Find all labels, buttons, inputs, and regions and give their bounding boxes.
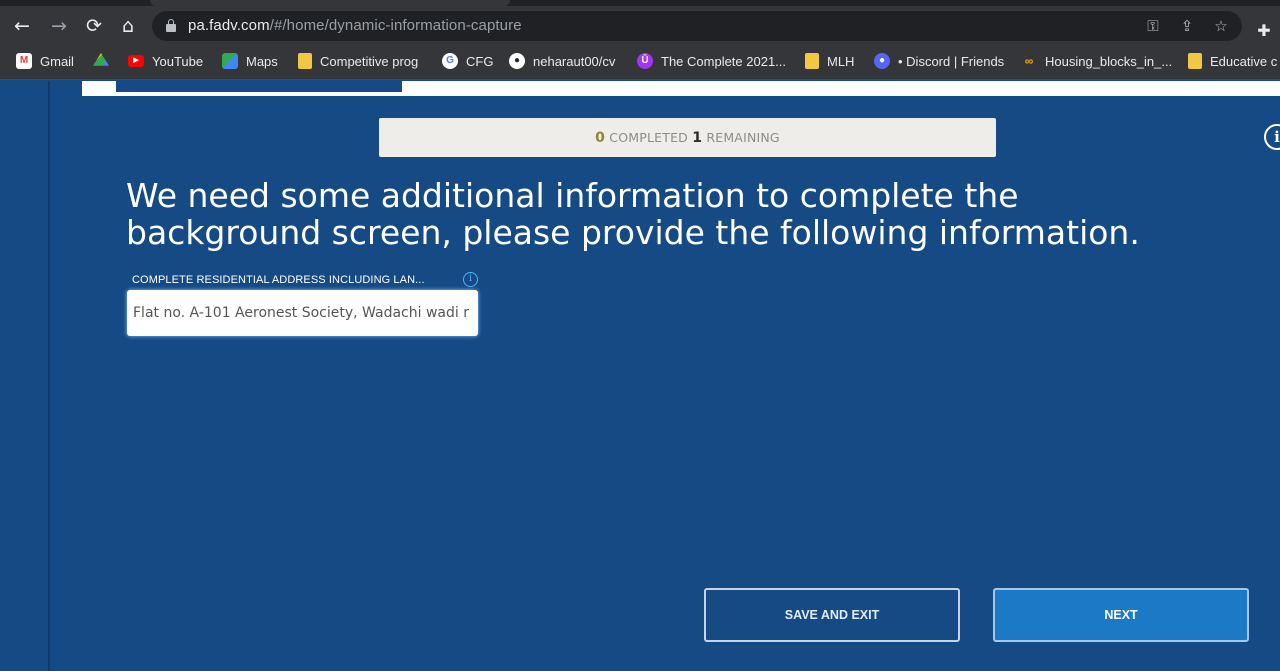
browser-toolbar: ← → ⟳ ⌂ pa.fadv.com/#/home/dynamic-infor… xyxy=(0,6,1280,46)
address-input[interactable] xyxy=(127,290,478,336)
completed-count: 0 xyxy=(595,130,606,146)
bookmark-label: CFG xyxy=(466,53,494,69)
bookmark-label: The Complete 2021... xyxy=(661,53,787,69)
star-icon[interactable]: ☆ xyxy=(1210,15,1232,37)
key-icon[interactable]: ⚿ xyxy=(1142,15,1164,37)
forward-arrow-icon[interactable]: → xyxy=(47,14,71,38)
bookmark-github[interactable]: ● neharaut00/cv xyxy=(509,46,615,76)
bookmark-label: Educative c xyxy=(1210,53,1278,69)
youtube-icon: ▶ xyxy=(128,55,144,67)
back-arrow-icon[interactable]: ← xyxy=(10,14,34,38)
bookmark-label: neharaut00/cv xyxy=(533,53,616,69)
bookmarks-bar: M Gmail ▶ YouTube Maps Competitive prog GC… xyxy=(0,46,1280,80)
url-path: /#/home/dynamic-information-capture xyxy=(269,17,522,34)
address-bar[interactable]: pa.fadv.com/#/home/dynamic-information-c… xyxy=(152,11,1242,41)
drive-icon xyxy=(93,53,109,66)
page-headline: We need some additional information to c… xyxy=(126,176,1140,252)
bookmark-mlh[interactable]: MLH xyxy=(805,46,854,76)
info-icon[interactable]: i xyxy=(1264,124,1280,150)
github-icon: ● xyxy=(509,53,525,69)
bookmark-discord[interactable]: ● • Discord | Friends xyxy=(874,46,1004,76)
discord-icon: ● xyxy=(874,53,890,69)
remaining-count: 1 xyxy=(692,130,703,146)
progress-bar: 0 COMPLETED 1 REMAINING xyxy=(379,118,996,157)
bookmark-educative[interactable]: Educative c xyxy=(1188,46,1277,76)
completed-label: COMPLETED xyxy=(609,130,689,145)
field-info-icon[interactable]: i xyxy=(463,272,478,287)
extensions-puzzle-icon[interactable]: ✚ xyxy=(1253,20,1275,42)
google-icon: G xyxy=(442,53,458,69)
share-icon[interactable]: ⇪ xyxy=(1176,15,1198,37)
bookmark-label: Housing_blocks_in_... xyxy=(1045,53,1173,69)
colab-icon: ∞ xyxy=(1024,54,1034,68)
bookmark-label: MLH xyxy=(827,53,855,69)
folder-icon xyxy=(298,53,312,69)
bookmark-gmail[interactable]: M Gmail xyxy=(16,46,74,76)
next-button[interactable]: NEXT xyxy=(993,588,1249,642)
bookmark-label: Competitive prog xyxy=(320,53,419,69)
remaining-label: REMAINING xyxy=(706,130,780,145)
bookmark-maps[interactable]: Maps xyxy=(222,46,278,76)
bookmark-competitive-prog[interactable]: Competitive prog xyxy=(298,46,418,76)
url-text[interactable]: pa.fadv.com/#/home/dynamic-information-c… xyxy=(188,17,522,34)
gmail-icon: M xyxy=(16,53,32,69)
bookmark-label: YouTube xyxy=(152,53,204,69)
header-card xyxy=(82,81,1280,96)
url-host: pa.fadv.com xyxy=(188,17,270,34)
bookmark-udemy[interactable]: Ū The Complete 2021... xyxy=(637,46,786,76)
bookmark-label: Gmail xyxy=(40,53,74,69)
bookmark-youtube[interactable]: ▶ YouTube xyxy=(128,46,203,76)
left-rail xyxy=(48,81,50,671)
folder-icon xyxy=(1188,53,1202,69)
udemy-icon: Ū xyxy=(637,53,653,69)
home-icon[interactable]: ⌂ xyxy=(116,14,140,38)
bookmark-colab[interactable]: ∞ Housing_blocks_in_... xyxy=(1021,46,1172,76)
address-field-label: COMPLETE RESIDENTIAL ADDRESS INCLUDING L… xyxy=(132,274,425,286)
page-content: 0 COMPLETED 1 REMAINING i We need some a… xyxy=(0,81,1280,671)
bookmark-label: Maps xyxy=(246,53,278,69)
lock-icon[interactable] xyxy=(166,19,176,32)
header-card-tab xyxy=(116,81,402,92)
save-and-exit-button[interactable]: SAVE AND EXIT xyxy=(704,588,960,642)
bookmark-drive[interactable] xyxy=(93,46,109,76)
maps-icon xyxy=(222,53,238,69)
bookmark-cfg[interactable]: G CFG xyxy=(442,46,493,76)
folder-icon xyxy=(805,53,819,69)
bookmark-label: • Discord | Friends xyxy=(898,53,1005,69)
reload-icon[interactable]: ⟳ xyxy=(82,14,106,38)
